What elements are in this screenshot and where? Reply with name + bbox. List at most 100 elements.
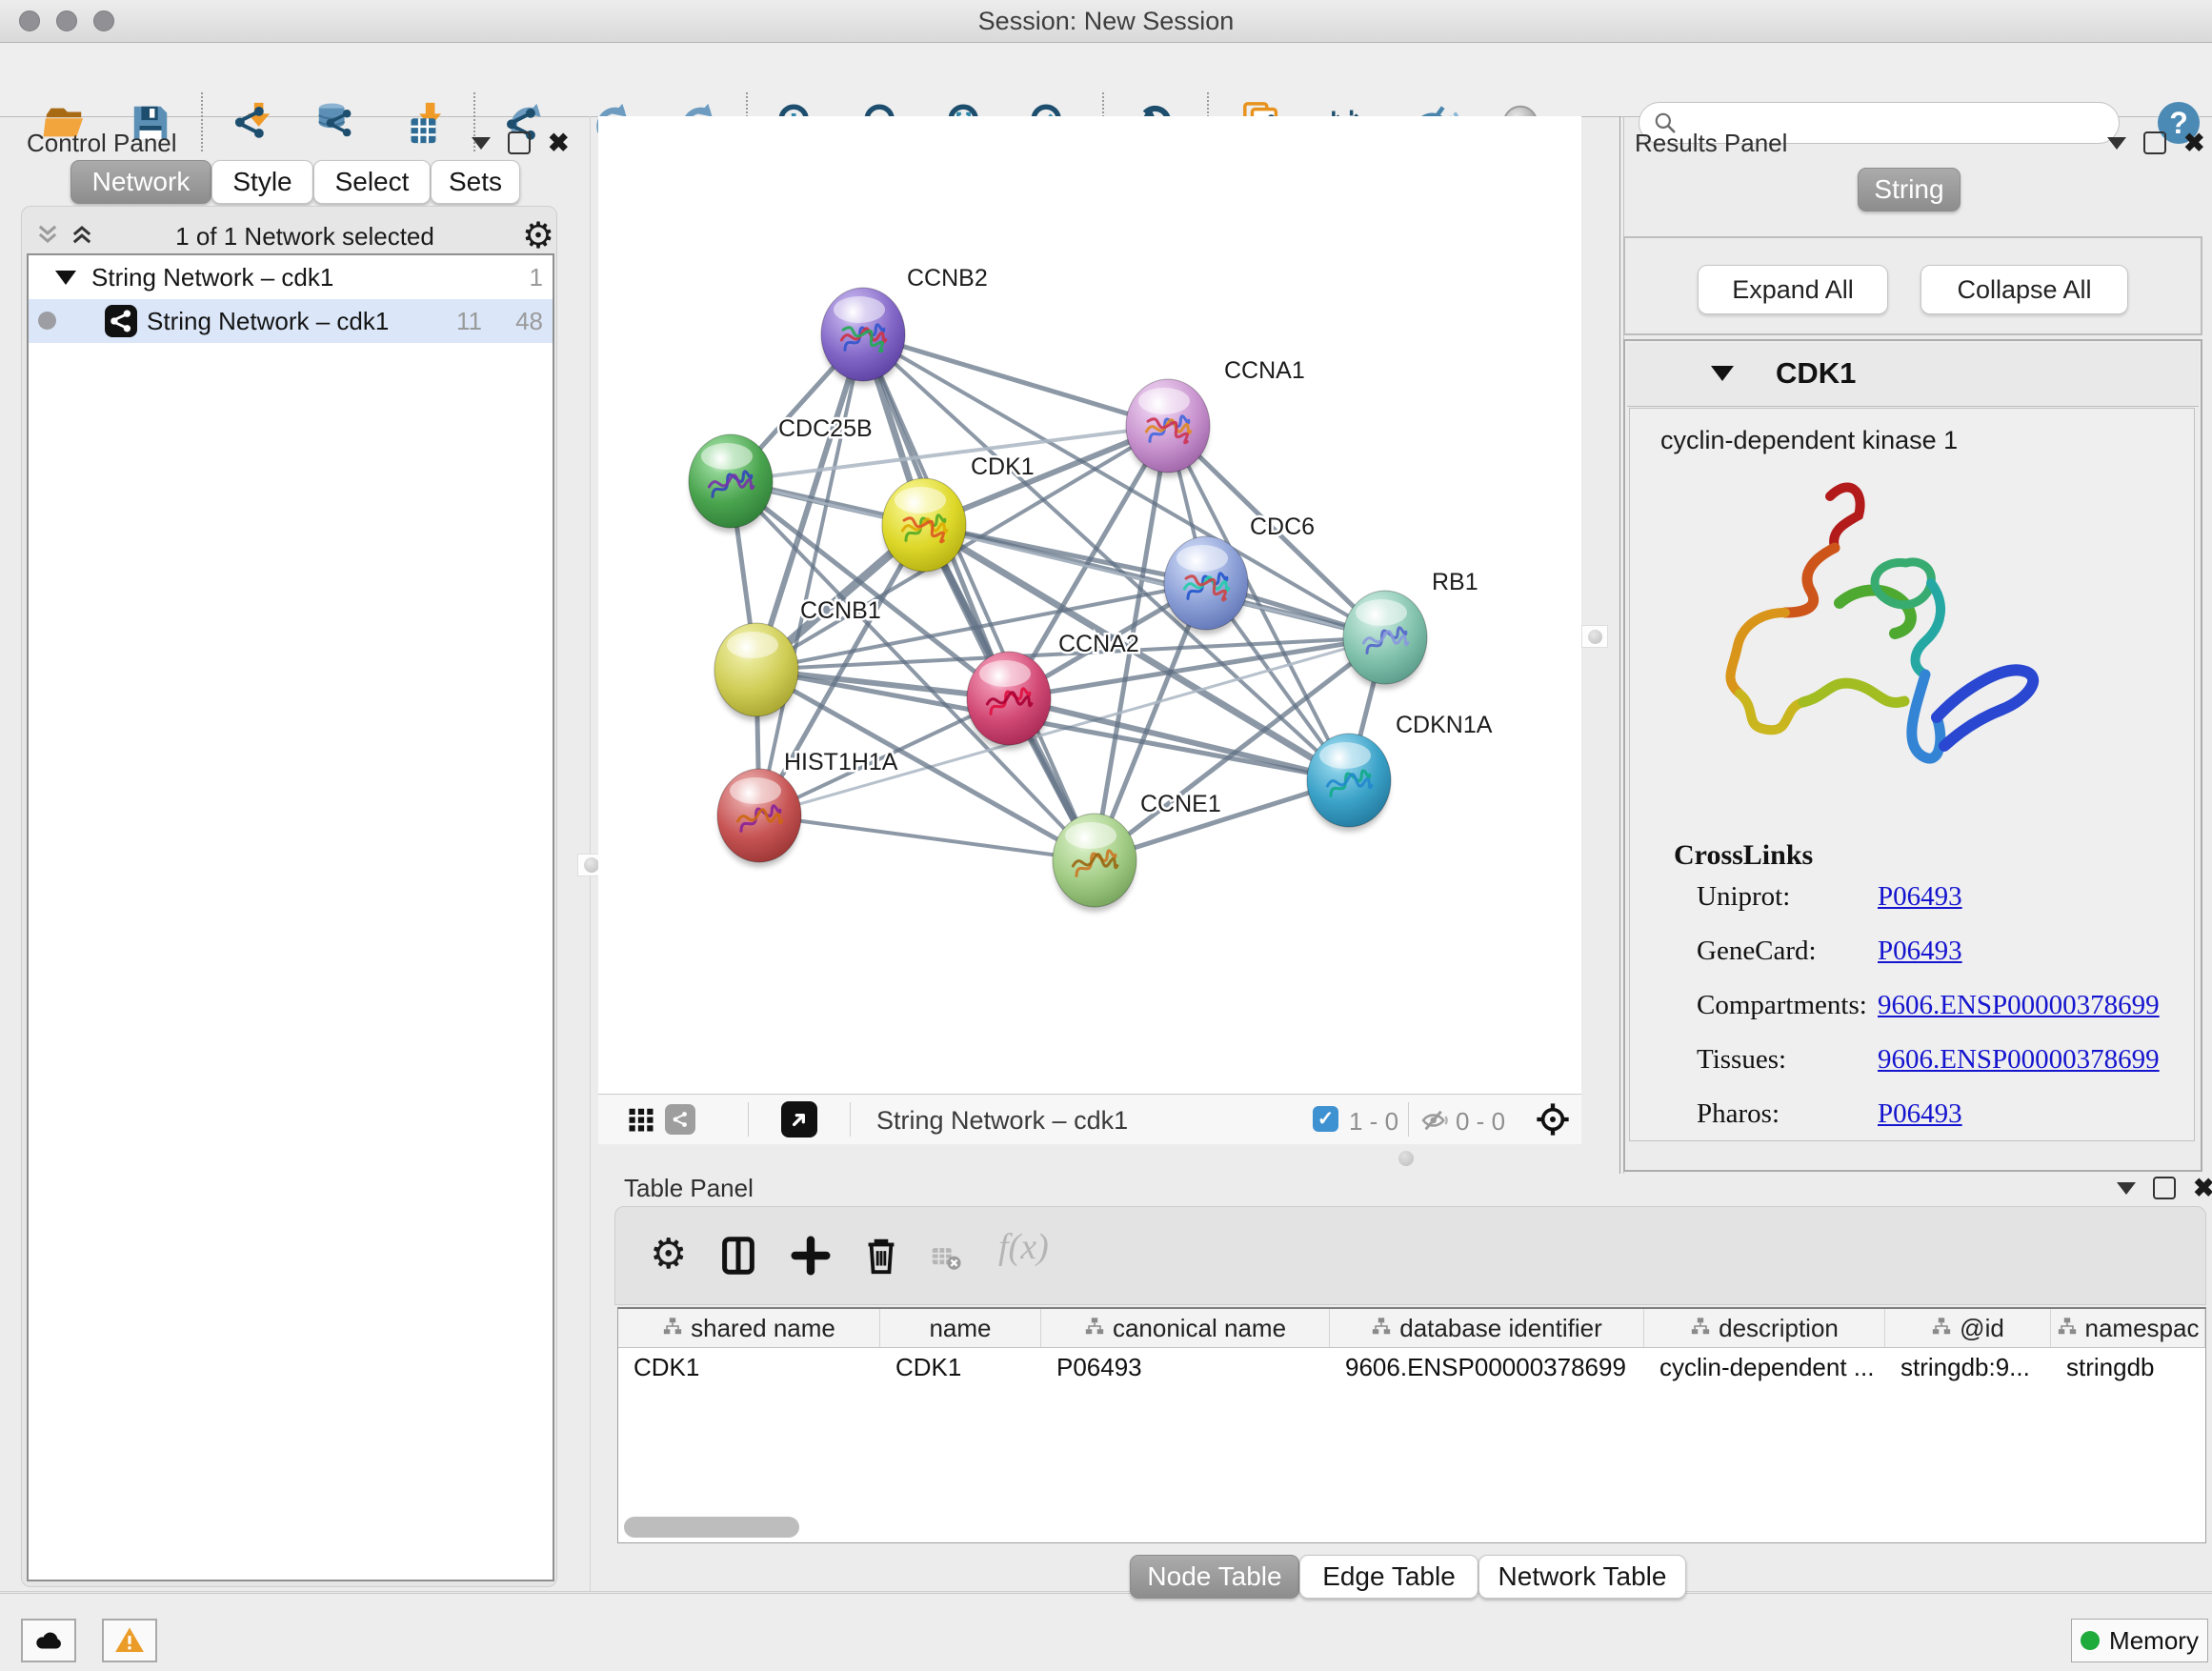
crosslink-value-link[interactable]: 9606.ENSP00000378699 bbox=[1878, 1044, 2160, 1076]
network-collection-row[interactable]: String Network – cdk1 1 bbox=[29, 255, 553, 299]
tab-select[interactable]: Select bbox=[313, 160, 431, 204]
node-label-CDKN1A: CDKN1A bbox=[1396, 712, 1493, 738]
tab-string[interactable]: String bbox=[1858, 168, 1961, 211]
tab-network[interactable]: Network bbox=[70, 160, 211, 204]
crosslink-row: Compartments:9606.ENSP00000378699 bbox=[1697, 990, 2173, 1021]
selected-nodes-checkbox[interactable]: ✓ bbox=[1313, 1106, 1338, 1132]
panel-menu-icon[interactable] bbox=[472, 137, 491, 150]
table-gear-icon[interactable]: ⚙ bbox=[650, 1232, 687, 1278]
collapse-all-icon[interactable] bbox=[34, 221, 61, 248]
hidden-count: 0 - 0 bbox=[1456, 1107, 1505, 1137]
crosslink-label: Tissues: bbox=[1697, 1044, 1878, 1076]
panel-close-icon[interactable]: ✖ bbox=[2193, 1178, 2212, 1198]
node-RB1[interactable] bbox=[1343, 591, 1427, 689]
crosslink-row: GeneCard:P06493 bbox=[1697, 936, 2173, 967]
tab-node-table[interactable]: Node Table bbox=[1130, 1555, 1299, 1599]
tree-expand-icon[interactable] bbox=[55, 271, 76, 285]
node-CCNB2[interactable] bbox=[821, 288, 905, 386]
table-cell: 9606.ENSP00000378699 bbox=[1330, 1348, 1644, 1386]
tab-edge-table[interactable]: Edge Table bbox=[1299, 1555, 1478, 1599]
memory-status-icon bbox=[2081, 1631, 2100, 1650]
node-label-HIST1H1A: HIST1H1A bbox=[784, 749, 898, 775]
network-list: String Network – cdk1 1 String Network –… bbox=[27, 253, 554, 1581]
column-header-canonical-name[interactable]: canonical name bbox=[1041, 1309, 1330, 1347]
panel-close-icon[interactable]: ✖ bbox=[548, 133, 570, 152]
node-CCNB1[interactable] bbox=[714, 623, 798, 721]
gene-collapse-icon[interactable] bbox=[1711, 366, 1734, 381]
table-toolbar: ⚙ f(x) bbox=[614, 1206, 2206, 1305]
birds-eye-toggle-icon[interactable] bbox=[781, 1101, 817, 1137]
column-header-description[interactable]: description bbox=[1644, 1309, 1885, 1347]
toolbar-separator bbox=[201, 92, 203, 151]
node-label-CDC25B: CDC25B bbox=[778, 415, 873, 442]
node-count: 11 bbox=[456, 307, 482, 336]
node-HIST1H1A[interactable] bbox=[717, 769, 801, 867]
crosslink-value-link[interactable]: P06493 bbox=[1878, 1098, 1962, 1130]
add-column-icon[interactable] bbox=[789, 1234, 833, 1282]
table-panel-title: Table Panel bbox=[624, 1174, 754, 1203]
panel-float-icon[interactable] bbox=[2143, 131, 2166, 154]
string-network-icon bbox=[105, 305, 137, 337]
import-network-database-icon[interactable] bbox=[312, 100, 358, 146]
network-canvas[interactable]: CCNB2CCNA1CDC25BCDK1CDC6RB1CCNB1CCNA2CDK… bbox=[598, 116, 1581, 1094]
node-CDC6[interactable] bbox=[1164, 536, 1248, 634]
crosslink-value-link[interactable]: P06493 bbox=[1878, 881, 1962, 913]
node-CDK1[interactable] bbox=[882, 478, 966, 576]
selected-count: 1 - 0 bbox=[1349, 1107, 1398, 1137]
expand-all-button[interactable]: Expand All bbox=[1698, 265, 1888, 314]
node-CCNA1[interactable] bbox=[1126, 379, 1210, 477]
node-CCNA2[interactable] bbox=[967, 652, 1051, 750]
node-CDKN1A[interactable] bbox=[1307, 734, 1391, 832]
horizontal-splitter-handle[interactable] bbox=[1398, 1151, 1414, 1166]
results-panel-controls: ✖ bbox=[2107, 131, 2205, 154]
import-network-file-icon[interactable] bbox=[228, 100, 273, 146]
column-header-shared-name[interactable]: shared name bbox=[618, 1309, 880, 1347]
node-CDC25B[interactable] bbox=[689, 434, 773, 533]
warning-button[interactable] bbox=[102, 1619, 157, 1662]
memory-button[interactable]: Memory bbox=[2071, 1619, 2208, 1662]
tab-style[interactable]: Style bbox=[211, 160, 313, 204]
tab-network-table[interactable]: Network Table bbox=[1478, 1555, 1686, 1599]
expand-all-icon[interactable] bbox=[69, 221, 95, 248]
crosshair-icon[interactable] bbox=[1534, 1100, 1572, 1143]
collapse-all-button[interactable]: Collapse All bbox=[1920, 265, 2128, 314]
horizontal-scrollbar[interactable] bbox=[624, 1517, 799, 1538]
panel-close-icon[interactable]: ✖ bbox=[2183, 133, 2205, 152]
tab-sets[interactable]: Sets bbox=[431, 160, 520, 204]
import-table-icon[interactable] bbox=[399, 100, 445, 146]
node-table[interactable]: shared namenamecanonical namedatabase id… bbox=[617, 1307, 2206, 1543]
panel-menu-icon[interactable] bbox=[2117, 1182, 2136, 1195]
crosslink-row: Tissues:9606.ENSP00000378699 bbox=[1697, 1044, 2173, 1076]
column-header--id[interactable]: @id bbox=[1885, 1309, 2051, 1347]
grid-view-icon[interactable] bbox=[627, 1105, 655, 1138]
gear-icon[interactable]: ⚙ bbox=[522, 214, 554, 257]
show-columns-icon[interactable] bbox=[716, 1234, 760, 1282]
node-CCNE1[interactable] bbox=[1053, 814, 1136, 912]
cloud-button[interactable] bbox=[21, 1619, 76, 1662]
column-header-namespac[interactable]: namespac bbox=[2051, 1309, 2205, 1347]
panel-float-icon[interactable] bbox=[508, 131, 531, 154]
gene-header[interactable]: CDK1 bbox=[1627, 343, 2199, 407]
column-header-name[interactable]: name bbox=[880, 1309, 1041, 1347]
hidden-eye-icon[interactable] bbox=[1419, 1105, 1450, 1140]
crosslink-value-link[interactable]: P06493 bbox=[1878, 936, 1962, 967]
column-header-database-identifier[interactable]: database identifier bbox=[1330, 1309, 1644, 1347]
vertical-splitter-right[interactable] bbox=[1619, 116, 1620, 1174]
network-overview-icon[interactable] bbox=[665, 1104, 695, 1135]
table-row[interactable]: CDK1CDK1P064939606.ENSP00000378699cyclin… bbox=[618, 1348, 2205, 1386]
panel-float-icon[interactable] bbox=[2153, 1177, 2176, 1199]
edge-count: 48 bbox=[515, 307, 543, 336]
edge-CCNB2-CCNA1 bbox=[863, 334, 1168, 426]
titlebar: Session: New Session bbox=[0, 0, 2212, 43]
crosslink-value-link[interactable]: 9606.ENSP00000378699 bbox=[1878, 990, 2160, 1021]
crosslink-label: Pharos: bbox=[1697, 1098, 1878, 1130]
node-label-CCNE1: CCNE1 bbox=[1140, 791, 1221, 817]
column-type-icon bbox=[662, 1314, 683, 1343]
splitter-handle[interactable] bbox=[1581, 625, 1608, 648]
network-selected-summary: 1 of 1 Network selected bbox=[114, 222, 495, 252]
delete-column-icon[interactable] bbox=[859, 1233, 903, 1281]
network-row-selected[interactable]: String Network – cdk1 11 48 bbox=[29, 299, 553, 343]
panel-menu-icon[interactable] bbox=[2107, 137, 2126, 150]
table-header-row: shared namenamecanonical namedatabase id… bbox=[618, 1309, 2205, 1348]
network-label: String Network – cdk1 bbox=[147, 307, 389, 336]
